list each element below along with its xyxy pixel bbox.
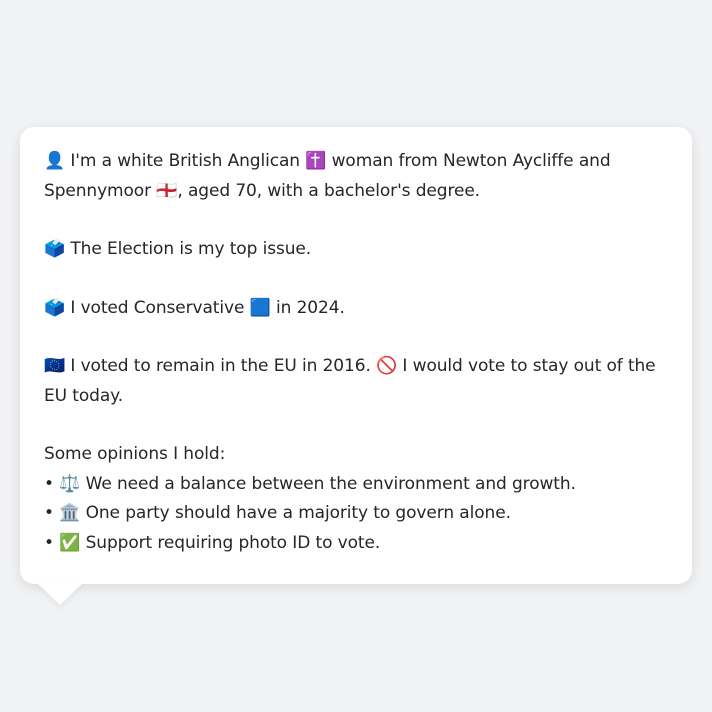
speech-bubble-tail	[38, 584, 82, 605]
top-issue: 🗳️ The Election is my top issue.	[44, 239, 312, 259]
opinion-item-majority: • 🏛️ One party should have a majority to…	[44, 503, 511, 523]
opinion-item-balance: • ⚖️ We need a balance between the envir…	[44, 473, 576, 494]
persona-card: 👤 I'm a white British Anglican ✝️ woman …	[20, 127, 692, 584]
vote-2024: 🗳️ I voted Conservative 🟦 in 2024.	[44, 297, 345, 318]
eu-stance: 🇪🇺 I voted to remain in the EU in 2016. …	[44, 356, 656, 406]
opinions-heading: Some opinions I hold:	[44, 444, 226, 464]
opinion-item-photo-id: • ✅ Support requiring photo ID to vote.	[44, 532, 381, 553]
persona-intro: 👤 I'm a white British Anglican ✝️ woman …	[44, 151, 611, 201]
persona-text: 👤 I'm a white British Anglican ✝️ woman …	[44, 147, 668, 558]
